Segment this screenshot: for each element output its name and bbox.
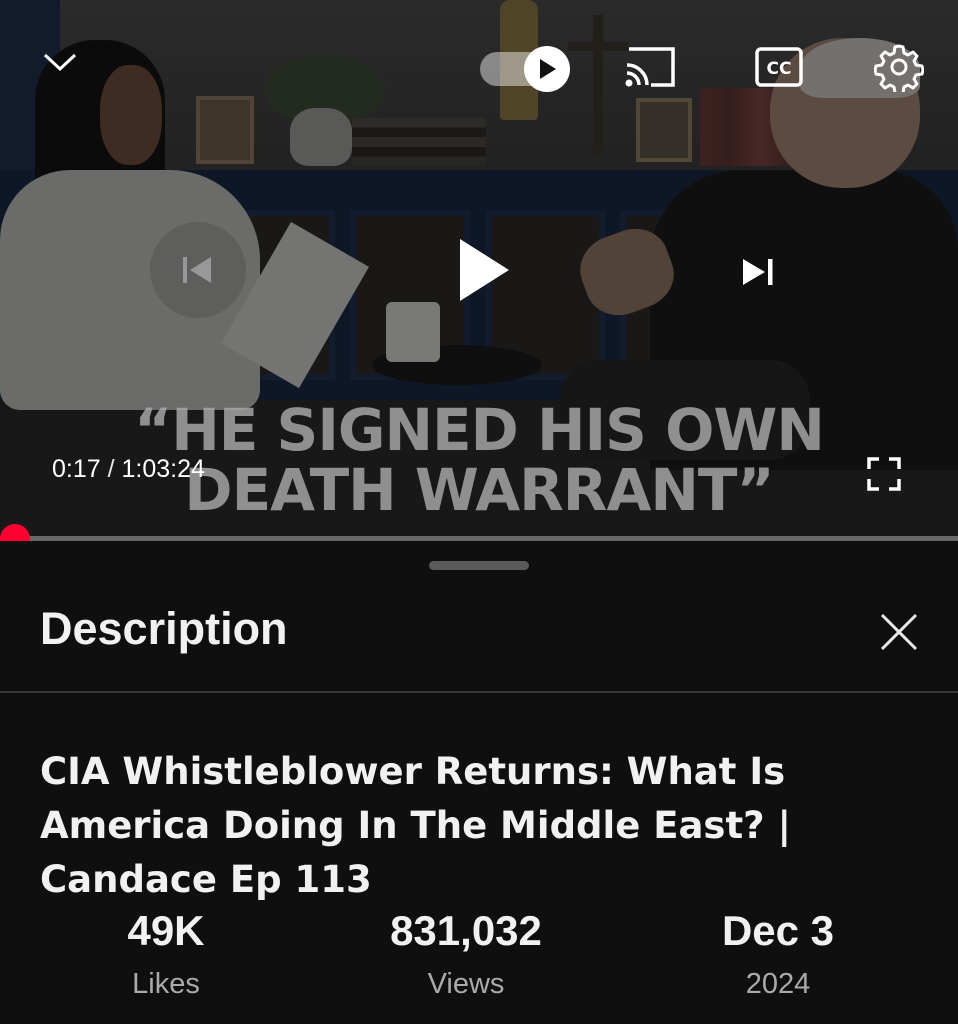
close-icon bbox=[880, 613, 918, 651]
skip-next-icon bbox=[743, 259, 773, 285]
next-video-button[interactable] bbox=[720, 240, 796, 304]
autoplay-knob bbox=[524, 46, 570, 92]
skip-previous-icon bbox=[183, 257, 211, 283]
settings-button[interactable] bbox=[870, 38, 928, 96]
date-stat: Dec 3 2024 bbox=[658, 906, 898, 1002]
total-duration: 1:03:24 bbox=[121, 455, 205, 483]
likes-label: Likes bbox=[132, 968, 200, 1000]
views-stat: 831,032 Views bbox=[346, 906, 586, 1002]
panel-title: Description bbox=[40, 603, 288, 654]
cast-icon bbox=[625, 47, 675, 87]
play-icon bbox=[460, 239, 509, 301]
current-time: 0:17 bbox=[52, 455, 101, 483]
play-button[interactable] bbox=[434, 222, 534, 318]
previous-video-button[interactable] bbox=[150, 222, 246, 318]
description-panel: Description CIA Whistleblower Returns: W… bbox=[0, 541, 958, 1024]
svg-text:CC: CC bbox=[767, 59, 792, 79]
publish-year: 2024 bbox=[745, 968, 811, 1000]
gear-icon bbox=[874, 44, 924, 92]
video-title: CIA Whistleblower Returns: What Is Ameri… bbox=[40, 750, 792, 901]
chevron-down-icon bbox=[43, 53, 77, 72]
collapse-button[interactable] bbox=[36, 40, 84, 84]
publish-date: Dec 3 bbox=[721, 907, 835, 954]
play-icon bbox=[540, 59, 556, 79]
captions-button[interactable]: CC bbox=[750, 42, 808, 92]
close-button[interactable] bbox=[874, 607, 924, 657]
autoplay-toggle[interactable] bbox=[480, 46, 572, 92]
drag-handle[interactable] bbox=[429, 561, 529, 570]
video-player[interactable]: “HE SIGNED HIS OWN DEATH WARRANT” CC 0:1… bbox=[0, 0, 958, 540]
caption-line-1: “HE SIGNED HIS OWN bbox=[134, 396, 825, 464]
time-display: 0:17 / 1:03:24 bbox=[52, 455, 205, 484]
fullscreen-button[interactable] bbox=[860, 450, 908, 498]
views-label: Views bbox=[427, 968, 505, 1000]
cc-icon: CC bbox=[755, 47, 803, 87]
time-separator: / bbox=[100, 455, 122, 483]
cast-button[interactable] bbox=[620, 42, 680, 92]
likes-stat: 49K Likes bbox=[46, 906, 286, 1002]
likes-count: 49K bbox=[127, 907, 205, 954]
fullscreen-icon bbox=[867, 457, 901, 491]
views-count: 831,032 bbox=[390, 907, 542, 954]
divider bbox=[0, 691, 958, 693]
